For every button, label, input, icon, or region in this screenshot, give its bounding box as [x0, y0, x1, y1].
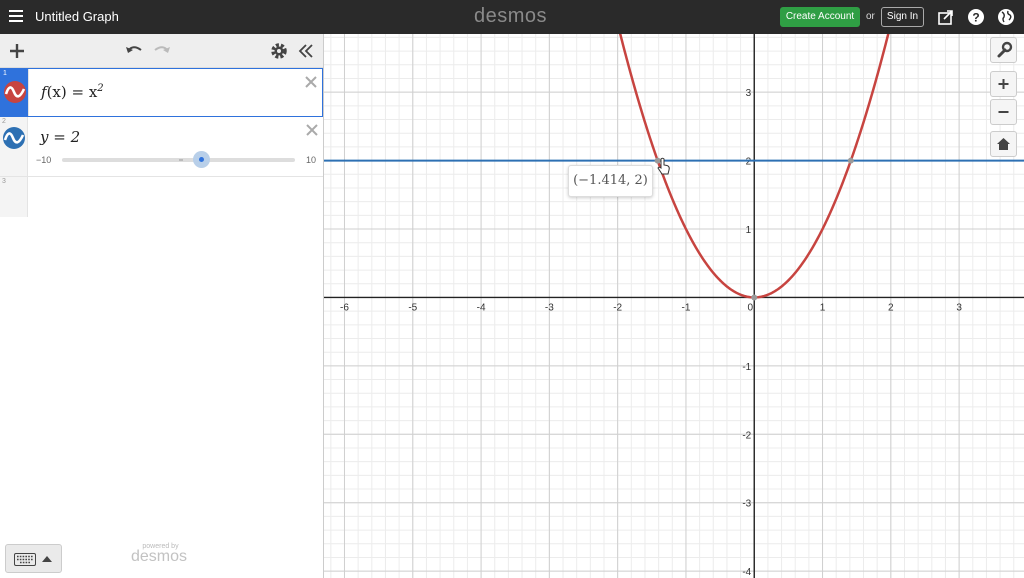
globe-icon[interactable]	[997, 8, 1015, 26]
graph-style-icon[interactable]	[4, 81, 26, 103]
point-coordinate-label[interactable]: (−1.414, 2)	[568, 165, 653, 197]
desmos-logo: desmos	[474, 5, 548, 27]
x-tick-label: 2	[888, 302, 894, 313]
x-tick-label: 3	[956, 302, 962, 313]
expression-math[interactable]: f(x) = x2	[41, 83, 104, 101]
new-expression-row[interactable]: 3	[0, 177, 323, 217]
svg-text:?: ?	[972, 11, 979, 25]
x-tick-label: -3	[545, 302, 554, 313]
collapse-panel-icon[interactable]	[296, 41, 316, 61]
menu-icon[interactable]	[9, 10, 23, 22]
zoom-out-icon	[998, 111, 1009, 113]
slider-max[interactable]: 10	[306, 155, 316, 165]
x-tick-label: -4	[477, 302, 486, 313]
slider-tick	[179, 159, 183, 161]
graph-settings-button[interactable]	[990, 37, 1017, 63]
caret-up-icon	[42, 556, 52, 562]
or-text: or	[866, 11, 875, 22]
x-tick-label: -6	[340, 302, 349, 313]
top-bar: Untitled Graph desmos Create Account or …	[0, 0, 1024, 34]
y-tick-label: 2	[746, 157, 752, 168]
math-body: (x) = x	[46, 83, 98, 101]
wrench-icon	[997, 41, 1013, 58]
x-tick-label: -5	[408, 302, 417, 313]
keyboard-icon	[14, 553, 36, 566]
slider-thumb[interactable]	[193, 151, 210, 168]
graph-canvas[interactable]: -6 -5 -4 -3 -2 -1 0 1 2 3 3 2 1 -1 -2 -3 -4	[324, 34, 1024, 578]
settings-gear-icon[interactable]	[269, 41, 289, 61]
x-tick-label: 0	[747, 302, 753, 313]
y-tick-label: -2	[742, 430, 751, 441]
home-icon	[997, 138, 1010, 150]
undo-icon[interactable]	[124, 41, 144, 61]
keyboard-toggle-button[interactable]	[5, 544, 62, 573]
intersection-point	[751, 294, 758, 301]
math-exponent: 2	[97, 83, 104, 94]
panel-toolbar	[0, 34, 323, 68]
delete-expression-icon[interactable]	[304, 75, 318, 89]
expression-math[interactable]: y = 2	[40, 128, 80, 146]
x-tick-label: -2	[613, 302, 622, 313]
expression-tab: 1	[1, 69, 29, 116]
help-icon[interactable]: ?	[967, 8, 985, 26]
y-tick-label: 3	[746, 88, 752, 99]
zoom-in-icon	[998, 79, 1009, 89]
y-tick-label: -4	[742, 567, 751, 578]
graph-paper[interactable]: -6 -5 -4 -3 -2 -1 0 1 2 3 3 2 1 -1 -2 -3 -4	[324, 34, 1024, 578]
graph-style-icon[interactable]	[3, 127, 25, 149]
sign-in-button[interactable]: Sign In	[881, 7, 924, 27]
x-tick-label: -1	[681, 302, 690, 313]
share-icon[interactable]	[937, 8, 955, 26]
graph-title[interactable]: Untitled Graph	[35, 9, 119, 24]
default-viewport-button[interactable]	[990, 131, 1017, 157]
delete-expression-icon[interactable]	[305, 123, 319, 137]
y-tick-label: -3	[742, 499, 751, 510]
y-tick-label: 1	[746, 225, 752, 236]
create-account-button[interactable]: Create Account	[780, 7, 860, 27]
redo-icon[interactable]	[152, 41, 172, 61]
expression-row[interactable]: 2 y = 2 −10 10	[0, 117, 323, 177]
slider-min[interactable]: −10	[36, 155, 51, 165]
expression-index: 2	[2, 118, 6, 125]
y-tick-label: -1	[742, 362, 751, 373]
intersection-point	[847, 157, 854, 164]
expression-tab: 2	[0, 117, 28, 176]
powered-by-desmos-logo: desmos	[131, 548, 188, 565]
hand-cursor-icon	[657, 157, 670, 175]
zoom-in-button[interactable]	[990, 71, 1017, 97]
expression-index: 3	[2, 178, 6, 185]
expression-tab: 3	[0, 177, 28, 217]
add-item-icon[interactable]	[7, 41, 27, 61]
expression-index: 1	[3, 70, 7, 77]
expression-panel: 1 f(x) = x2 2 y = 2 −10 10 3 powered by …	[0, 34, 324, 578]
expression-row[interactable]: 1 f(x) = x2	[0, 68, 323, 117]
x-tick-label: 1	[820, 302, 826, 313]
zoom-out-button[interactable]	[990, 99, 1017, 125]
